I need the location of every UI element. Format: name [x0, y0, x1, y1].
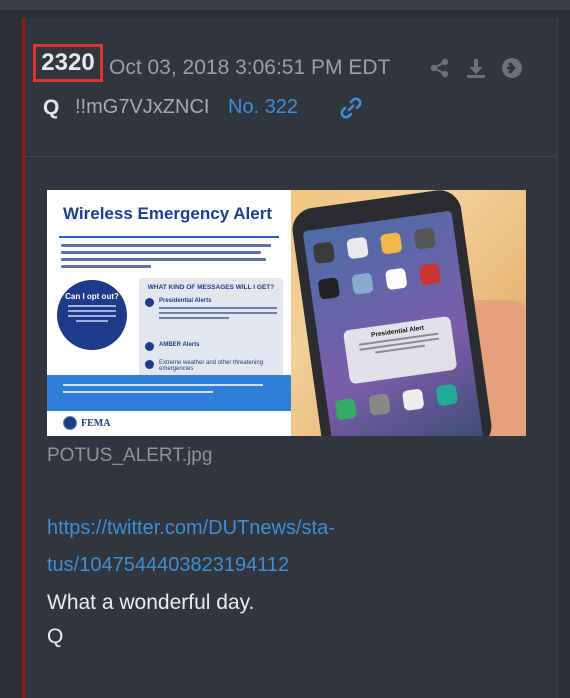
- tripcode: !!mG7VJxZNCI: [75, 96, 210, 118]
- title-rule: [59, 236, 279, 238]
- arrow-right-circle-icon[interactable]: [501, 57, 523, 79]
- message-text: What a wonderful day.: [47, 591, 255, 614]
- intro-text-lines: [61, 244, 281, 272]
- tweet-link-line-2[interactable]: tus/1047544403823194112: [47, 547, 467, 584]
- author-name: Q: [43, 96, 60, 119]
- presidential-label: Presidential Alerts: [159, 298, 212, 304]
- tweet-link[interactable]: https://twitter.com/DUTnews/sta- tus/104…: [47, 510, 467, 584]
- post-message: What a wonderful day. Q: [47, 586, 254, 654]
- message-types-panel: WHAT KIND OF MESSAGES WILL I GET? Presid…: [139, 278, 283, 390]
- dhs-seal-icon: [63, 416, 77, 430]
- postponed-notice-band: [47, 375, 291, 411]
- link-icon[interactable]: [340, 97, 362, 124]
- presidential-alert-popup: Presidential Alert: [342, 315, 458, 385]
- post-actions: [429, 54, 523, 82]
- smartphone: Presidential Alert: [289, 190, 495, 436]
- post-date: Oct 03, 2018 3:06:51 PM EDT: [109, 56, 391, 79]
- post-number-link[interactable]: No. 322: [228, 96, 298, 119]
- download-icon[interactable]: [465, 57, 487, 79]
- opt-out-circle: Can I opt out?: [57, 280, 127, 350]
- image-filename[interactable]: POTUS_ALERT.jpg: [47, 445, 212, 467]
- amber-row: AMBER Alerts: [145, 342, 277, 351]
- opt-out-question: Can I opt out?: [65, 292, 119, 301]
- extreme-label: Extreme weather and other threatening em…: [159, 360, 264, 372]
- phone-photo: Presidential Alert: [289, 190, 526, 436]
- fema-logo: FEMA: [63, 416, 110, 430]
- post-card: 2320 Oct 03, 2018 3:06:51 PM EDT Q !!mG7…: [22, 18, 558, 698]
- infographic-title: Wireless Emergency Alert: [47, 190, 291, 238]
- post-header: 2320 Oct 03, 2018 3:06:51 PM EDT Q !!mG7…: [25, 18, 557, 157]
- phone-screen: Presidential Alert: [302, 210, 484, 436]
- tweet-link-line-1[interactable]: https://twitter.com/DUTnews/sta-: [47, 510, 467, 547]
- message-signature: Q: [47, 625, 64, 648]
- amber-label: AMBER Alerts: [159, 342, 200, 348]
- share-icon[interactable]: [429, 57, 451, 79]
- presidential-row: Presidential Alerts: [145, 298, 277, 322]
- top-bar: [0, 0, 570, 10]
- infographic-panel: Wireless Emergency Alert Can I opt out? …: [47, 190, 291, 436]
- attached-image[interactable]: Wireless Emergency Alert Can I opt out? …: [47, 190, 526, 436]
- extreme-row: Extreme weather and other threatening em…: [145, 360, 277, 375]
- message-types-heading: WHAT KIND OF MESSAGES WILL I GET?: [147, 284, 275, 291]
- post-number[interactable]: 2320: [33, 44, 103, 82]
